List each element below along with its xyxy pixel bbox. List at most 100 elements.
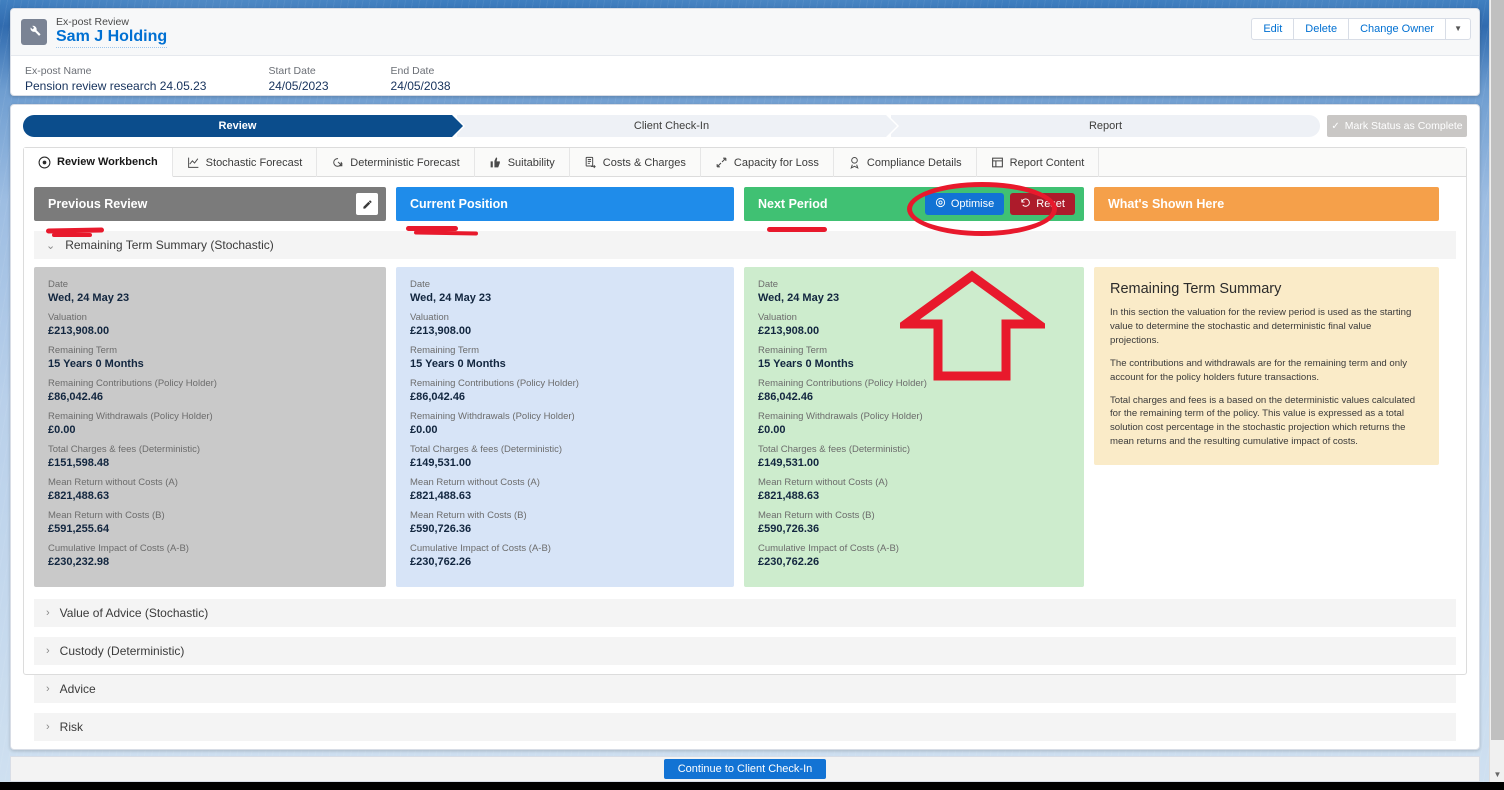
row-value: £86,042.46 [48, 391, 104, 403]
tab-review-workbench[interactable]: Review Workbench [24, 148, 173, 177]
reset-label: Reset [1036, 198, 1065, 210]
page-scrollbar[interactable]: ▼ [1489, 0, 1504, 782]
tab-label: Costs & Charges [602, 156, 686, 169]
path-step-client-check-in[interactable]: Client Check-In [457, 115, 899, 137]
path-step-review[interactable]: Review [23, 115, 465, 137]
row-value: £821,488.63 [48, 490, 110, 502]
edit-button[interactable]: Edit [1251, 18, 1294, 40]
previous-review-header: Previous Review [34, 187, 386, 221]
row-label: Date [410, 279, 431, 290]
section-label: Value of Advice (Stochastic) [59, 606, 209, 620]
field-value: 24/05/2023 [268, 79, 329, 93]
row-label: Total Charges & fees (Deterministic) [410, 444, 563, 455]
wrench-icon [21, 19, 47, 45]
row-label: Cumulative Impact of Costs (A-B) [48, 543, 189, 554]
row-label: Mean Return without Costs (A) [758, 477, 888, 488]
tab-label: Compliance Details [866, 156, 962, 169]
row-label: Mean Return without Costs (A) [410, 477, 540, 488]
page-title[interactable]: Sam J Holding [56, 28, 168, 48]
change-owner-button[interactable]: Change Owner [1348, 18, 1446, 40]
row-value: £86,042.46 [410, 391, 466, 403]
scroll-down-arrow-icon[interactable]: ▼ [1490, 766, 1504, 782]
continue-to-client-check-in-button[interactable]: Continue to Client Check-In [663, 759, 827, 779]
record-header: Ex-post Review Sam J Holding Edit Delete… [11, 9, 1479, 56]
tab-label: Capacity for Loss [733, 156, 819, 169]
whats-shown-here-header: What's Shown Here [1094, 187, 1439, 221]
record-actions: Edit Delete Change Owner ▼ [1251, 18, 1471, 40]
row-label: Remaining Contributions (Policy Holder) [48, 378, 217, 389]
row-value: £0.00 [758, 424, 786, 436]
field-label: Start Date [268, 65, 316, 77]
row-value: £590,726.36 [758, 523, 820, 535]
next-period-card: Date Wed, 24 May 23 Valuation £213,908.0… [744, 267, 1084, 587]
mark-status-complete-button[interactable]: ✓ Mark Status as Complete [1327, 115, 1467, 137]
next-period-actions: Optimise Reset [924, 193, 1075, 215]
optimise-label: Optimise [950, 198, 995, 210]
salesforce-app: Ex-post Review Sam J Holding Edit Delete… [0, 0, 1504, 790]
row-value: 15 Years 0 Months [410, 358, 506, 370]
current-position-title: Current Position [410, 197, 508, 211]
more-actions-chevron-down-icon[interactable]: ▼ [1445, 18, 1471, 40]
section-advice[interactable]: › Advice [34, 675, 1456, 703]
mark-status-complete-label: Mark Status as Complete [1344, 120, 1463, 132]
row-value: 15 Years 0 Months [758, 358, 854, 370]
section-remaining-term-summary[interactable]: ⌄ Remaining Term Summary (Stochastic) [34, 231, 1456, 259]
badge-icon [848, 156, 861, 169]
tab-compliance-details[interactable]: Compliance Details [834, 148, 977, 177]
record-header-card: Ex-post Review Sam J Holding Edit Delete… [10, 8, 1480, 96]
info-heading: Remaining Term Summary [1110, 281, 1282, 297]
whats-shown-here-title: What's Shown Here [1108, 197, 1225, 211]
row-label: Mean Return with Costs (B) [48, 510, 165, 521]
section-custody[interactable]: › Custody (Deterministic) [34, 637, 1456, 665]
tab-deterministic-forecast[interactable]: Deterministic Forecast [317, 148, 475, 177]
row-label: Remaining Contributions (Policy Holder) [410, 378, 579, 389]
section-risk[interactable]: › Risk [34, 713, 1456, 741]
progress-path: Review Client Check-In Report [23, 115, 1320, 137]
tab-label: Deterministic Forecast [350, 156, 460, 169]
tab-costs-and-charges[interactable]: Costs & Charges [570, 148, 701, 177]
row-value: Wed, 24 May 23 [410, 292, 492, 304]
row-value: £0.00 [410, 424, 438, 436]
thumbs-up-icon [489, 156, 502, 169]
check-icon: ✓ [1331, 120, 1340, 132]
workbench-tab-container: Review Workbench Stochastic Forecast Det… [23, 147, 1467, 741]
row-value: £213,908.00 [410, 325, 472, 337]
row-value: £230,232.98 [48, 556, 110, 568]
field-value: 24/05/2038 [390, 79, 451, 93]
tab-label: Review Workbench [57, 156, 158, 168]
row-value: 15 Years 0 Months [48, 358, 144, 370]
pencil-icon[interactable] [356, 193, 378, 215]
tab-bar: Review Workbench Stochastic Forecast Det… [24, 148, 1466, 177]
reset-button[interactable]: Reset [1010, 193, 1075, 215]
tab-capacity-for-loss[interactable]: Capacity for Loss [701, 148, 834, 177]
tab-report-content[interactable]: Report Content [977, 148, 1100, 177]
row-label: Cumulative Impact of Costs (A-B) [410, 543, 551, 554]
scrollbar-thumb[interactable] [1491, 0, 1504, 740]
row-label: Remaining Term [758, 345, 827, 356]
next-period-header: Next Period Optimise Reset [744, 187, 1084, 221]
row-value: £213,908.00 [758, 325, 820, 337]
row-value: £151,598.48 [48, 457, 110, 469]
row-value: £230,762.26 [410, 556, 472, 568]
window-bottom-bar [0, 782, 1504, 790]
line-chart-icon [187, 156, 200, 169]
info-paragraph: In this section the valuation for the re… [1110, 307, 1412, 346]
chevron-right-icon: › [46, 683, 50, 695]
footer-bar: Continue to Client Check-In [10, 756, 1480, 782]
row-value: £149,531.00 [758, 457, 820, 469]
optimise-button[interactable]: Optimise [924, 193, 1005, 215]
current-position-card: Date Wed, 24 May 23 Valuation £213,908.0… [396, 267, 734, 587]
field-ex-post-name: Ex-post Name Pension review research 24.… [25, 65, 206, 93]
row-value: £0.00 [48, 424, 76, 436]
delete-button[interactable]: Delete [1293, 18, 1349, 40]
chevron-down-icon: ⌄ [46, 239, 56, 252]
row-value: £821,488.63 [410, 490, 472, 502]
tab-suitability[interactable]: Suitability [475, 148, 570, 177]
chevron-right-icon: › [46, 607, 50, 619]
tab-label: Report Content [1009, 156, 1085, 169]
row-value: £821,488.63 [758, 490, 820, 502]
tab-stochastic-forecast[interactable]: Stochastic Forecast [173, 148, 318, 177]
path-step-report[interactable]: Report [891, 115, 1320, 137]
main-panel: Review Client Check-In Report ✓ Mark Sta… [10, 104, 1480, 750]
section-value-of-advice[interactable]: › Value of Advice (Stochastic) [34, 599, 1456, 627]
